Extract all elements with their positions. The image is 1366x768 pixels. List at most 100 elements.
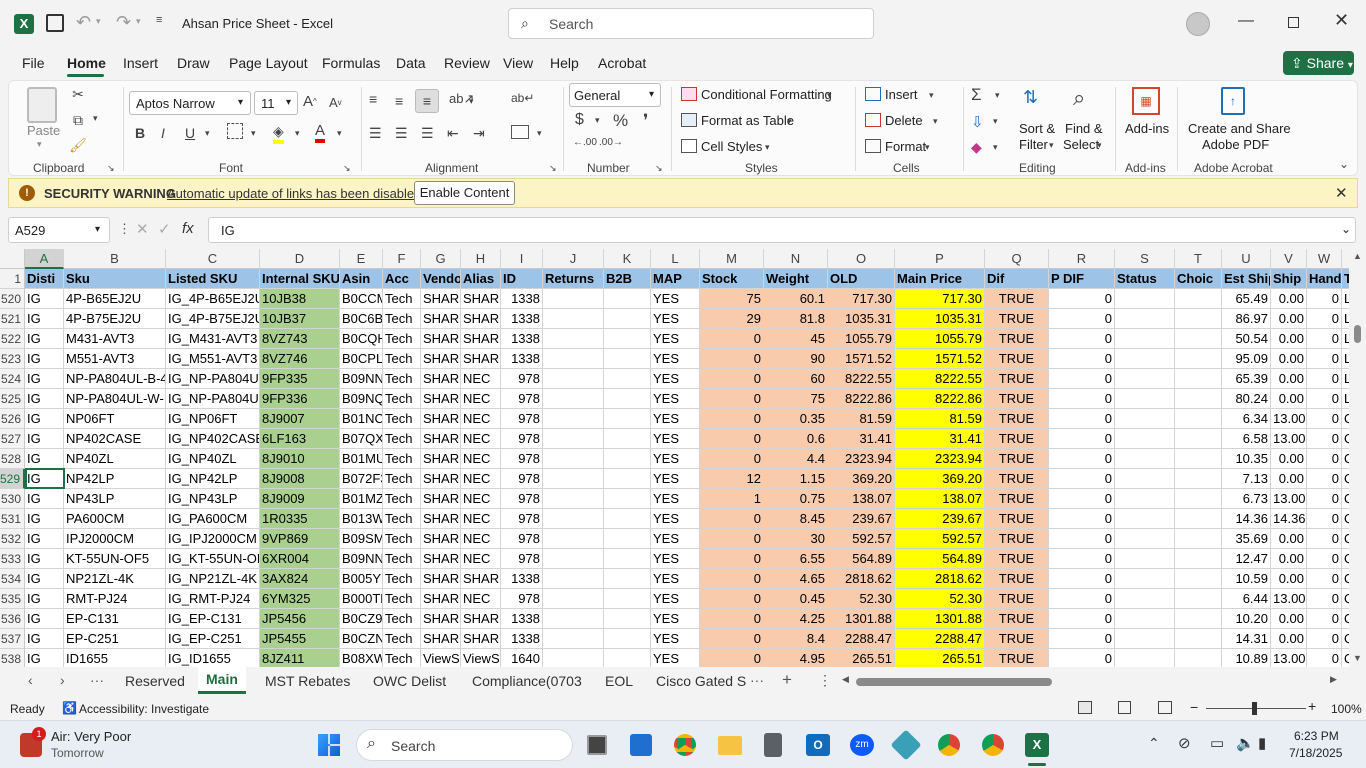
- increase-font-icon[interactable]: A ^: [303, 93, 317, 110]
- cell-alias[interactable]: NEC: [461, 429, 501, 449]
- cell-asin[interactable]: B01MU: [340, 449, 383, 469]
- cell-old[interactable]: 8222.55: [828, 369, 895, 389]
- cell-status[interactable]: [1115, 529, 1175, 549]
- cell-p-dif[interactable]: 0: [1049, 469, 1115, 489]
- header-cell-sku[interactable]: Sku: [64, 269, 166, 289]
- cell-acc[interactable]: Tech: [383, 369, 421, 389]
- column-header-n[interactable]: N: [764, 249, 828, 269]
- cell-est-ship[interactable]: 10.89: [1222, 649, 1271, 667]
- cell-vendor[interactable]: SHARP: [421, 409, 461, 429]
- align-center-icon[interactable]: ☰: [395, 125, 408, 142]
- cell-b2b[interactable]: [604, 449, 651, 469]
- account-avatar[interactable]: [1186, 12, 1210, 36]
- cell-alias[interactable]: SHARP: [461, 609, 501, 629]
- insert-function-icon[interactable]: fx: [182, 220, 194, 237]
- cell-dif[interactable]: TRUE: [985, 289, 1049, 309]
- cell-b2b[interactable]: [604, 309, 651, 329]
- cell-est-ship[interactable]: 10.59: [1222, 569, 1271, 589]
- battery-icon[interactable]: ▮: [1258, 734, 1266, 752]
- cell-disti[interactable]: IG: [25, 529, 64, 549]
- cell-old[interactable]: 2323.94: [828, 449, 895, 469]
- cell-asin[interactable]: B0CQH: [340, 329, 383, 349]
- delete-cells-dropdown-icon[interactable]: ▾: [933, 116, 938, 127]
- cell-ship[interactable]: 14.36: [1271, 509, 1307, 529]
- row-header[interactable]: 532: [0, 529, 25, 549]
- cell-id[interactable]: 978: [501, 589, 543, 609]
- cell-asin[interactable]: B01NC: [340, 409, 383, 429]
- cell-map[interactable]: YES: [651, 589, 700, 609]
- menu-draw[interactable]: Draw: [177, 55, 210, 71]
- currency-icon[interactable]: $: [575, 111, 584, 129]
- cell-asin[interactable]: B0CZN: [340, 629, 383, 649]
- cell-id[interactable]: 1640: [501, 649, 543, 667]
- cell-sku[interactable]: ID1655: [64, 649, 166, 667]
- comma-icon[interactable]: ❜: [643, 111, 648, 131]
- cell-old[interactable]: 717.30: [828, 289, 895, 309]
- autosum-dropdown-icon[interactable]: ▾: [995, 90, 1000, 101]
- cell-asin[interactable]: B0C6B4: [340, 309, 383, 329]
- add-ins-icon[interactable]: ▦: [1132, 87, 1160, 115]
- cell-returns[interactable]: [543, 569, 604, 589]
- cell-weight[interactable]: 0.45: [764, 589, 828, 609]
- cell-p-dif[interactable]: 0: [1049, 629, 1115, 649]
- decrease-font-icon[interactable]: Av: [329, 95, 342, 110]
- cell-listed-sku[interactable]: IG_M551-AVT3: [166, 349, 260, 369]
- scroll-up-icon[interactable]: ▲: [1353, 251, 1362, 261]
- cell-hand[interactable]: 0: [1307, 469, 1342, 489]
- cell-choice[interactable]: [1175, 489, 1222, 509]
- cell-main-price[interactable]: 265.51: [895, 649, 985, 667]
- cell-stock[interactable]: 0: [700, 349, 764, 369]
- header-cell-returns[interactable]: Returns: [543, 269, 604, 289]
- cell-b2b[interactable]: [604, 409, 651, 429]
- cell-internal-sku[interactable]: 10JB37: [260, 309, 340, 329]
- cell-old[interactable]: 8222.86: [828, 389, 895, 409]
- header-cell-old[interactable]: OLD: [828, 269, 895, 289]
- column-header-e[interactable]: E: [340, 249, 383, 269]
- header-cell-listed-sku[interactable]: Listed SKU: [166, 269, 260, 289]
- cell-map[interactable]: YES: [651, 369, 700, 389]
- cell-dif[interactable]: TRUE: [985, 469, 1049, 489]
- tray-chevron-icon[interactable]: ⌃: [1148, 735, 1160, 752]
- cell-vendor[interactable]: SHARP: [421, 609, 461, 629]
- security-warning-message[interactable]: Automatic update of links has been disab…: [167, 186, 421, 201]
- cell-est-ship[interactable]: 95.09: [1222, 349, 1271, 369]
- row-header[interactable]: 527: [0, 429, 25, 449]
- row-header[interactable]: 536: [0, 609, 25, 629]
- cell-returns[interactable]: [543, 329, 604, 349]
- cell-listed-sku[interactable]: IG_M431-AVT3: [166, 329, 260, 349]
- find-select-label-1[interactable]: Find &: [1065, 121, 1103, 136]
- cell-id[interactable]: 978: [501, 429, 543, 449]
- cell-ship[interactable]: 0.00: [1271, 309, 1307, 329]
- number-launcher-icon[interactable]: ↘: [655, 163, 663, 174]
- cell-p-dif[interactable]: 0: [1049, 609, 1115, 629]
- menu-file[interactable]: File: [22, 55, 45, 71]
- align-left-icon[interactable]: ☰: [369, 125, 382, 142]
- cell-status[interactable]: [1115, 489, 1175, 509]
- cell-sku[interactable]: PA600CM: [64, 509, 166, 529]
- merge-center-icon[interactable]: [511, 125, 529, 139]
- cell-choice[interactable]: [1175, 409, 1222, 429]
- cell-vendor[interactable]: SHARP: [421, 289, 461, 309]
- formula-input[interactable]: IG ⌄: [208, 217, 1356, 243]
- cell-id[interactable]: 978: [501, 529, 543, 549]
- cell-b2b[interactable]: [604, 629, 651, 649]
- cell-sku[interactable]: NP06FT: [64, 409, 166, 429]
- font-launcher-icon[interactable]: ↘: [343, 163, 351, 174]
- cell-weight[interactable]: 4.65: [764, 569, 828, 589]
- network-icon[interactable]: ⊘: [1178, 734, 1191, 752]
- cell-stock[interactable]: 0: [700, 389, 764, 409]
- sheet-tab-compliance[interactable]: Compliance(0703: [472, 673, 582, 689]
- cell-internal-sku[interactable]: 9FP335: [260, 369, 340, 389]
- cell-old[interactable]: 52.30: [828, 589, 895, 609]
- cell-hand[interactable]: 0: [1307, 309, 1342, 329]
- cell-weight[interactable]: 60.1: [764, 289, 828, 309]
- cell-acc[interactable]: Tech: [383, 389, 421, 409]
- cell-b2b[interactable]: [604, 529, 651, 549]
- bold-icon[interactable]: B: [135, 125, 145, 141]
- cell-main-price[interactable]: 81.59: [895, 409, 985, 429]
- header-cell-status[interactable]: Status: [1115, 269, 1175, 289]
- cell-internal-sku[interactable]: 6XR004: [260, 549, 340, 569]
- format-painter-icon[interactable]: 🖌: [69, 136, 87, 154]
- cell-returns[interactable]: [543, 389, 604, 409]
- zoom-out-icon[interactable]: −: [1190, 699, 1198, 715]
